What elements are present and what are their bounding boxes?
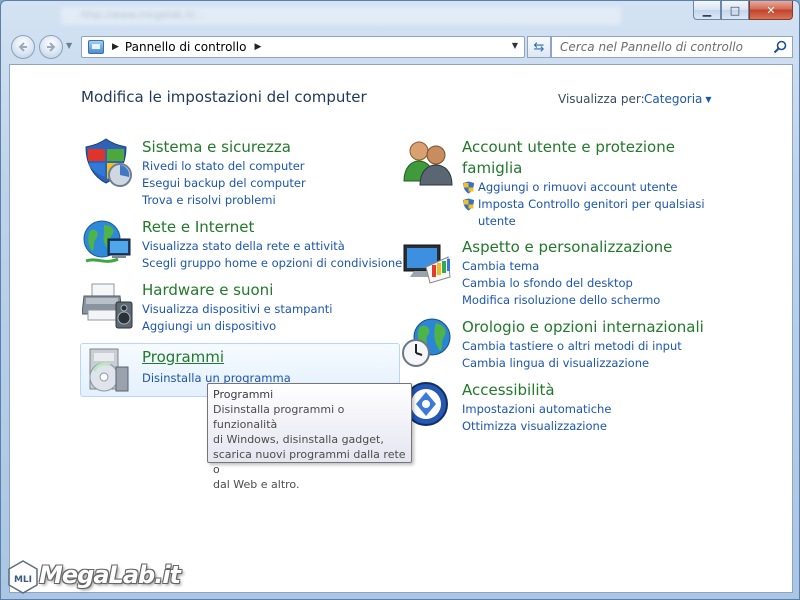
category-title[interactable]: Sistema e sicurezza bbox=[142, 137, 291, 158]
megalab-watermark: MLI MegaLab.it bbox=[5, 557, 185, 595]
address-bar[interactable]: ▶ Pannello di controllo ▶ ▼ bbox=[81, 36, 525, 58]
link-homegroup[interactable]: Scegli gruppo home e opzioni di condivis… bbox=[142, 255, 402, 272]
link-troubleshoot[interactable]: Trova e risolvi problemi bbox=[142, 192, 306, 209]
link-text[interactable]: Imposta Controllo genitori per qualsiasi bbox=[478, 197, 705, 211]
link-text-cont[interactable]: utente bbox=[478, 214, 516, 228]
link-list: Rivedi lo stato del computer Esegui back… bbox=[142, 158, 306, 209]
category-title[interactable]: Account utente e protezione famiglia bbox=[462, 137, 675, 179]
window-controls: ▁ □ ✕ bbox=[693, 1, 793, 20]
category-title[interactable]: Orologio e opzioni internazionali bbox=[462, 317, 704, 338]
clock-globe-icon bbox=[402, 318, 451, 367]
view-by-value[interactable]: Categoria bbox=[644, 92, 702, 106]
address-dropdown-icon[interactable]: ▼ bbox=[512, 41, 518, 50]
view-by-label: Visualizza per: bbox=[558, 92, 645, 106]
link-backup[interactable]: Esegui backup del computer bbox=[142, 175, 306, 192]
tooltip-line: Disinstalla programmi o funzionalità bbox=[213, 403, 345, 431]
watermark-text: MegaLab.it bbox=[39, 561, 181, 589]
link-change-theme[interactable]: Cambia tema bbox=[462, 258, 660, 275]
link-add-remove-accounts[interactable]: Aggiungi o rimuovi account utente bbox=[462, 179, 705, 196]
link-parental-controls[interactable]: Imposta Controllo genitori per qualsiasi… bbox=[462, 196, 705, 230]
link-list: Cambia tema Cambia lo sfondo del desktop… bbox=[462, 258, 660, 309]
uac-shield-icon bbox=[463, 198, 474, 211]
content-pane: Modifica le impostazioni del computer Vi… bbox=[9, 64, 793, 593]
link-list: Visualizza stato della rete e attività S… bbox=[142, 238, 402, 272]
close-button[interactable]: ✕ bbox=[749, 1, 793, 20]
programs-disc-icon bbox=[89, 348, 129, 392]
search-box[interactable] bbox=[551, 36, 793, 58]
breadcrumb-next-icon[interactable]: ▶ bbox=[254, 42, 261, 52]
link-text[interactable]: Aggiungi o rimuovi account utente bbox=[478, 180, 677, 194]
link-list: Impostazioni automatiche Ottimizza visua… bbox=[462, 401, 611, 435]
programs-tooltip: Programmi Disinstalla programmi o funzio… bbox=[207, 383, 412, 491]
link-change-keyboards[interactable]: Cambia tastiere o altri metodi di input bbox=[462, 338, 682, 355]
watermark-badge: MLI bbox=[14, 575, 32, 585]
printer-speaker-icon bbox=[82, 283, 133, 329]
category-title[interactable]: Hardware e suoni bbox=[142, 280, 273, 301]
window-caption: http://www.megalab.it/... bbox=[61, 7, 621, 25]
tooltip-title: Programmi bbox=[213, 388, 274, 401]
category-title[interactable]: Aspetto e personalizzazione bbox=[462, 237, 672, 258]
link-list: Visualizza dispositivi e stampanti Aggiu… bbox=[142, 301, 333, 335]
maximize-button[interactable]: □ bbox=[721, 1, 749, 20]
tooltip-line: di Windows, disinstalla gadget, bbox=[213, 433, 384, 446]
back-arrow-icon bbox=[18, 42, 27, 52]
users-icon bbox=[403, 141, 453, 186]
category-title[interactable]: Programmi bbox=[142, 347, 224, 368]
network-globe-icon bbox=[83, 220, 131, 263]
link-automatic-settings[interactable]: Impostazioni automatiche bbox=[462, 401, 611, 418]
megalab-logo-icon: MLI bbox=[8, 560, 38, 594]
link-list: Cambia tastiere o altri metodi di input … bbox=[462, 338, 682, 372]
link-list: Aggiungi o rimuovi account utente Impost… bbox=[462, 179, 705, 230]
recent-pages-dropdown[interactable]: ▼ bbox=[66, 41, 72, 50]
refresh-button[interactable]: ⇆ bbox=[527, 36, 551, 58]
minimize-button[interactable]: ▁ bbox=[693, 1, 721, 20]
link-network-status[interactable]: Visualizza stato della rete e attività bbox=[142, 238, 402, 255]
window-frame: http://www.megalab.it/... ▁ □ ✕ ▼ ▶ Pann… bbox=[0, 0, 800, 600]
forward-button[interactable] bbox=[39, 35, 63, 59]
link-optimize-display[interactable]: Ottimizza visualizzazione bbox=[462, 418, 611, 435]
tooltip-line: dal Web e altro. bbox=[213, 478, 300, 491]
breadcrumb-control-panel[interactable]: Pannello di controllo bbox=[125, 40, 247, 54]
category-title[interactable]: Accessibilità bbox=[462, 380, 555, 401]
chevron-down-icon[interactable]: ▼ bbox=[705, 95, 711, 104]
category-title-line1[interactable]: Account utente e protezione bbox=[462, 138, 675, 156]
breadcrumb-separator-icon[interactable]: ▶ bbox=[112, 42, 119, 52]
forward-arrow-icon bbox=[47, 42, 56, 52]
link-review-status[interactable]: Rivedi lo stato del computer bbox=[142, 158, 306, 175]
back-button[interactable] bbox=[11, 35, 35, 59]
view-by-dropdown[interactable]: Categoria ▼ bbox=[644, 92, 712, 106]
monitor-palette-icon bbox=[403, 244, 451, 284]
navigation-bar: ▼ ▶ Pannello di controllo ▶ ▼ ⇆ bbox=[9, 34, 793, 60]
link-change-display-language[interactable]: Cambia lingua di visualizzazione bbox=[462, 355, 682, 372]
tooltip-line: scarica nuovi programmi dalla rete o bbox=[213, 448, 406, 476]
control-panel-icon bbox=[88, 40, 104, 54]
category-title[interactable]: Rete e Internet bbox=[142, 217, 254, 238]
page-title: Modifica le impostazioni del computer bbox=[81, 88, 367, 106]
link-change-background[interactable]: Cambia lo sfondo del desktop bbox=[462, 275, 660, 292]
search-icon[interactable] bbox=[773, 40, 787, 54]
link-add-device[interactable]: Aggiungi un dispositivo bbox=[142, 318, 333, 335]
search-input[interactable] bbox=[558, 39, 768, 55]
link-change-resolution[interactable]: Modifica risoluzione dello schermo bbox=[462, 292, 660, 309]
category-title-line2[interactable]: famiglia bbox=[462, 159, 522, 177]
shield-icon bbox=[85, 138, 132, 187]
link-devices-printers[interactable]: Visualizza dispositivi e stampanti bbox=[142, 301, 333, 318]
uac-shield-icon bbox=[463, 181, 474, 194]
